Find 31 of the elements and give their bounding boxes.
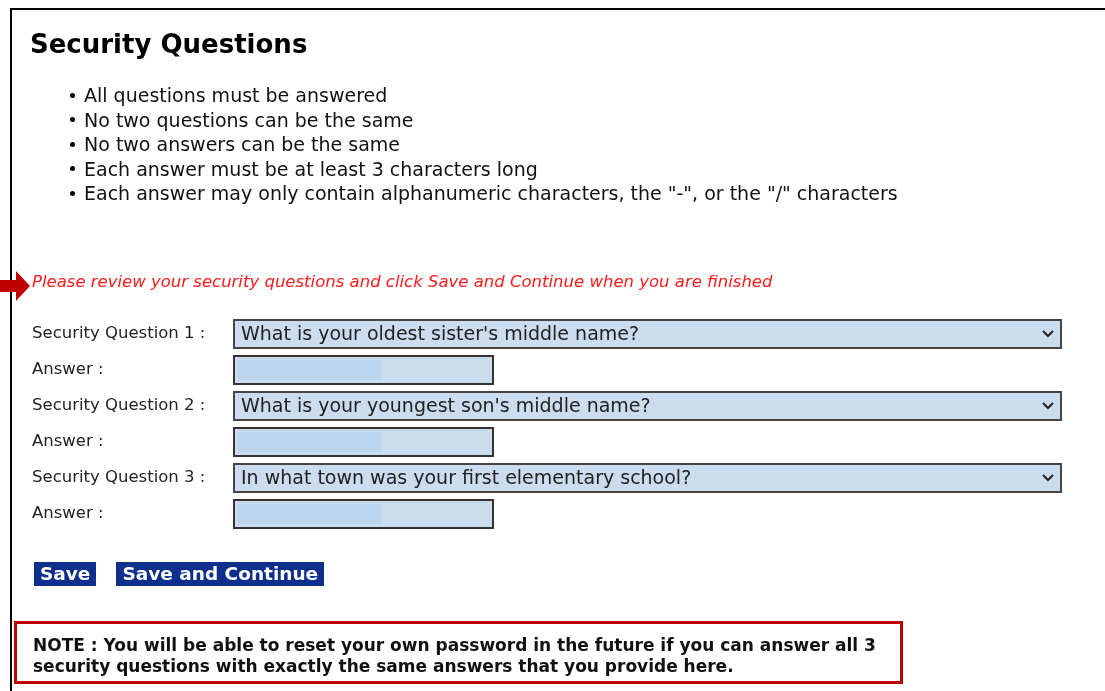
chevron-down-icon (1042, 401, 1054, 410)
action-button[interactable]: Save (34, 561, 97, 586)
action-button[interactable]: Save and Continue (116, 561, 325, 586)
chevron-down-icon (1042, 473, 1054, 482)
rule-text: Each answer must be at least 3 characters long (84, 156, 538, 181)
note-text: NOTE : You will be able to reset your own password in the future if you can answer all 3 security questions with exactly the same answers that you provide here. (14, 620, 903, 684)
question-label: Security Question 2 : (32, 394, 207, 417)
bullet-icon (70, 190, 75, 196)
answer-label: Answer : (32, 502, 105, 525)
bullet-icon (70, 141, 75, 147)
rule-text: No two answers can be the same (84, 132, 400, 157)
rule-text: No two questions can be the same (84, 107, 414, 132)
instruction-message: Please review your security questions and click Save and Continue when you are finished (32, 271, 773, 292)
question-select[interactable]: What is your youngest son's middle name? (233, 390, 1062, 421)
question-label: Security Question 3 : (32, 466, 207, 489)
bullet-icon (70, 92, 75, 98)
rule-text: Each answer may only contain alphanumeric characters, the "-", or the "/" characters (84, 181, 898, 206)
bullet-icon (70, 166, 75, 172)
arrow-icon (0, 271, 30, 301)
question-label: Security Question 1 : (32, 322, 207, 345)
question-select[interactable]: What is your oldest sister's middle name? (233, 318, 1062, 349)
question-select[interactable]: In what town was your first elementary school? (233, 462, 1062, 493)
bullet-icon (70, 117, 75, 123)
chevron-down-icon (1042, 329, 1054, 338)
page-title: Security Questions (30, 29, 308, 59)
answer-field[interactable] (233, 354, 494, 385)
answer-label: Answer : (32, 430, 105, 453)
answer-label: Answer : (32, 358, 105, 381)
rule-text: All questions must be answered (84, 83, 388, 108)
answer-field[interactable] (233, 498, 494, 529)
answer-field[interactable] (233, 426, 494, 457)
